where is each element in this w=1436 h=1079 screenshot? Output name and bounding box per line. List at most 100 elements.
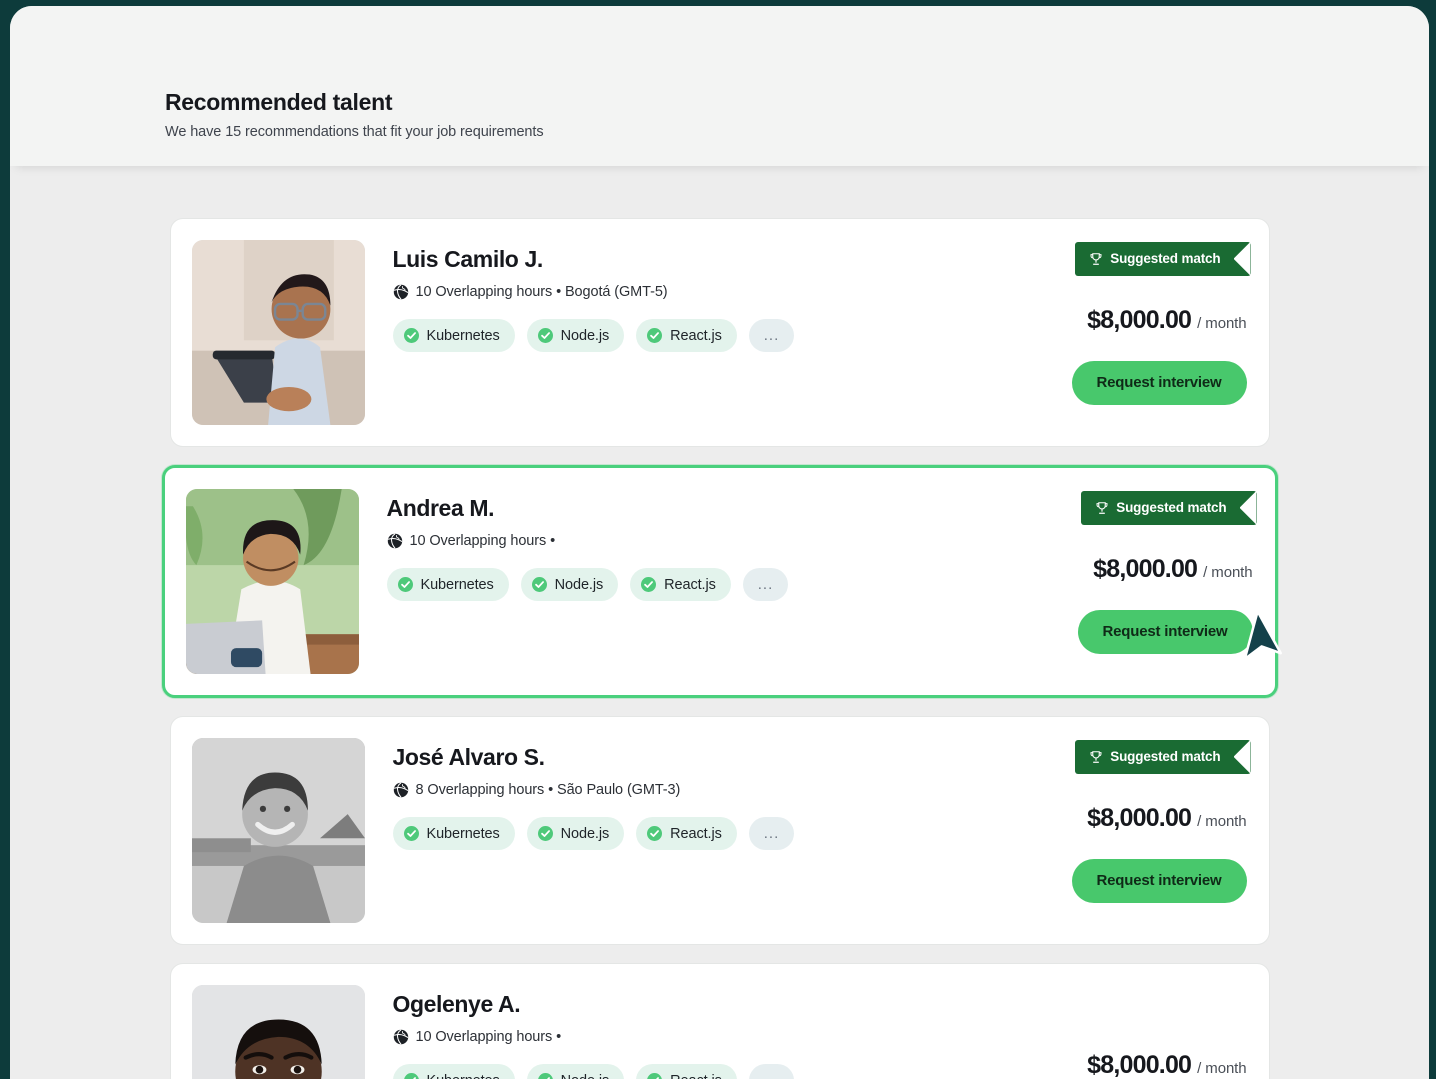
talent-list[interactable]: Luis Camilo J. 10 Overlapping hours • Bog…: [10, 165, 1429, 1079]
skill-chip-label: Kubernetes: [426, 825, 500, 842]
more-skills-chip[interactable]: ...: [742, 568, 789, 602]
skill-chip-label: Kubernetes: [420, 576, 494, 593]
rate-row: $8,000.00 / month: [1093, 555, 1252, 584]
talent-meta: 10 Overlapping hours •: [393, 1029, 1007, 1045]
talent-card-wrapper: José Alvaro S. 8 Overlapping hours • São …: [169, 715, 1270, 945]
skill-chip[interactable]: Node.js: [520, 568, 619, 602]
check-circle-icon: [403, 328, 419, 344]
talent-card-wrapper: Luis Camilo J. 10 Overlapping hours • Bog…: [169, 217, 1270, 447]
suggested-match-badge: Suggested match: [1075, 241, 1251, 276]
rate-amount: $8,000.00: [1087, 305, 1192, 334]
skill-chip[interactable]: React.js: [636, 817, 737, 851]
skill-chip-list: Kubernetes Node.js React.js...: [386, 568, 1013, 602]
avatar-andrea-m: [185, 488, 359, 674]
suggested-match-badge: Suggested match: [1075, 739, 1251, 774]
talent-info: José Alvaro S. 8 Overlapping hours • São …: [365, 738, 1007, 851]
talent-meta-text: 10 Overlapping hours •: [409, 533, 556, 550]
skill-chip-label: Node.js: [554, 576, 604, 593]
skill-chip[interactable]: Kubernetes: [392, 319, 515, 353]
skill-chip-list: Kubernetes Node.js React.js...: [392, 319, 1007, 353]
rate-period: / month: [1203, 563, 1253, 581]
talent-info: Luis Camilo J. 10 Overlapping hours • Bog…: [365, 240, 1007, 353]
talent-name: Andrea M.: [386, 494, 495, 521]
globe-icon: [393, 284, 408, 300]
request-interview-button[interactable]: Request interview: [1077, 609, 1253, 654]
page-subtitle: We have 15 recommendations that fit your…: [165, 123, 544, 140]
check-circle-icon: [403, 1073, 419, 1079]
skill-chip-label: React.js: [664, 576, 716, 593]
check-circle-icon: [531, 577, 547, 593]
skill-chip-label: React.js: [670, 1073, 722, 1079]
talent-card-wrapper: Ogelenye A. 10 Overlapping hours • Kuberne…: [169, 962, 1270, 1079]
check-circle-icon: [647, 826, 663, 842]
suggested-match-badge: Suggested match: [1081, 490, 1257, 525]
talent-meta: 10 Overlapping hours • Bogotá (GMT-5): [393, 284, 1007, 300]
skill-chip-label: Node.js: [560, 327, 610, 344]
rate-amount: $8,000.00: [1087, 1050, 1192, 1079]
more-skills-chip[interactable]: ...: [748, 817, 795, 851]
skill-chip-list: Kubernetes Node.js React.js...: [392, 1064, 1007, 1079]
suggested-match-label: Suggested match: [1116, 500, 1227, 516]
rate-amount: $8,000.00: [1093, 554, 1198, 583]
trophy-icon: [1090, 750, 1102, 763]
page-header: Recommended talent We have 15 recommenda…: [10, 6, 1429, 166]
talent-actions: $8,000.00/ monthRequest interview: [1007, 985, 1246, 1079]
skill-chip[interactable]: Kubernetes: [386, 568, 509, 602]
rate-amount: $8,000.00: [1087, 803, 1192, 832]
globe-icon: [393, 1029, 408, 1045]
trophy-icon: [1090, 252, 1102, 265]
more-skills-chip[interactable]: ...: [748, 319, 795, 353]
rate-row: $8,000.00 / month: [1087, 306, 1246, 335]
talent-card[interactable]: Andrea M. 10 Overlapping hours • Kubernete…: [161, 464, 1278, 698]
skill-chip-label: Kubernetes: [427, 1073, 500, 1079]
skill-chip-label: React.js: [670, 327, 722, 344]
talent-info: Ogelenye A. 10 Overlapping hours • Kuberne…: [365, 985, 1007, 1079]
skill-chip[interactable]: Kubernetes: [392, 1064, 515, 1079]
talent-actions: Suggested match $8,000.00 / month Request i…: [1007, 240, 1251, 425]
avatar-ogelenye-a: [191, 984, 365, 1079]
skill-chip[interactable]: Kubernetes: [392, 817, 515, 851]
talent-actions: Suggested match $8,000.00 / month Request i…: [1007, 738, 1251, 923]
talent-card[interactable]: Luis Camilo J. 10 Overlapping hours • Bog…: [169, 217, 1270, 447]
app-frame: Recommended talent We have 15 recommenda…: [10, 6, 1429, 1079]
talent-info: Andrea M. 10 Overlapping hours • Kubernete…: [359, 489, 1013, 602]
talent-name: José Alvaro S.: [392, 743, 545, 770]
rate-period: / month: [1197, 812, 1247, 830]
rate-row: $8,000.00 / month: [1087, 804, 1246, 833]
skill-chip[interactable]: Node.js: [526, 319, 625, 353]
globe-icon: [387, 533, 402, 549]
check-circle-icon: [397, 577, 413, 593]
rate-period: / month: [1197, 314, 1247, 332]
talent-meta: 8 Overlapping hours • São Paulo (GMT-3): [393, 782, 1007, 798]
request-interview-button[interactable]: Request interview: [1071, 858, 1247, 903]
check-circle-icon: [403, 826, 419, 842]
check-circle-icon: [647, 328, 663, 344]
globe-icon: [393, 782, 408, 798]
rate-period: / month: [1197, 1059, 1247, 1077]
talent-meta-text: 8 Overlapping hours • São Paulo (GMT-3): [415, 782, 681, 799]
talent-name: Ogelenye A.: [392, 990, 521, 1017]
skill-chip[interactable]: React.js: [636, 1064, 737, 1079]
talent-name: Luis Camilo J.: [392, 245, 544, 272]
check-circle-icon: [641, 577, 657, 593]
check-circle-icon: [647, 1073, 662, 1079]
page-title: Recommended talent: [165, 89, 393, 115]
check-circle-icon: [537, 1073, 553, 1079]
skill-chip-label: React.js: [670, 825, 722, 842]
check-circle-icon: [537, 328, 553, 344]
skill-chip[interactable]: React.js: [630, 568, 731, 602]
request-interview-button[interactable]: Request interview: [1071, 360, 1247, 405]
skill-chip[interactable]: React.js: [636, 319, 737, 353]
skill-chip[interactable]: Node.js: [526, 1064, 625, 1079]
skill-chip-list: Kubernetes Node.js React.js...: [392, 817, 1007, 851]
more-skills-chip[interactable]: ...: [748, 1064, 795, 1079]
skill-chip[interactable]: Node.js: [526, 817, 625, 851]
talent-card[interactable]: José Alvaro S. 8 Overlapping hours • São …: [169, 715, 1270, 945]
talent-card[interactable]: Ogelenye A. 10 Overlapping hours • Kuberne…: [169, 962, 1270, 1079]
talent-card-wrapper: Andrea M. 10 Overlapping hours • Kubernete…: [161, 464, 1278, 698]
rate-row: $8,000.00 / month: [1087, 1051, 1246, 1079]
trophy-icon: [1096, 501, 1108, 514]
check-circle-icon: [537, 826, 553, 842]
suggested-match-label: Suggested match: [1110, 251, 1221, 267]
skill-chip-label: Node.js: [560, 825, 610, 842]
